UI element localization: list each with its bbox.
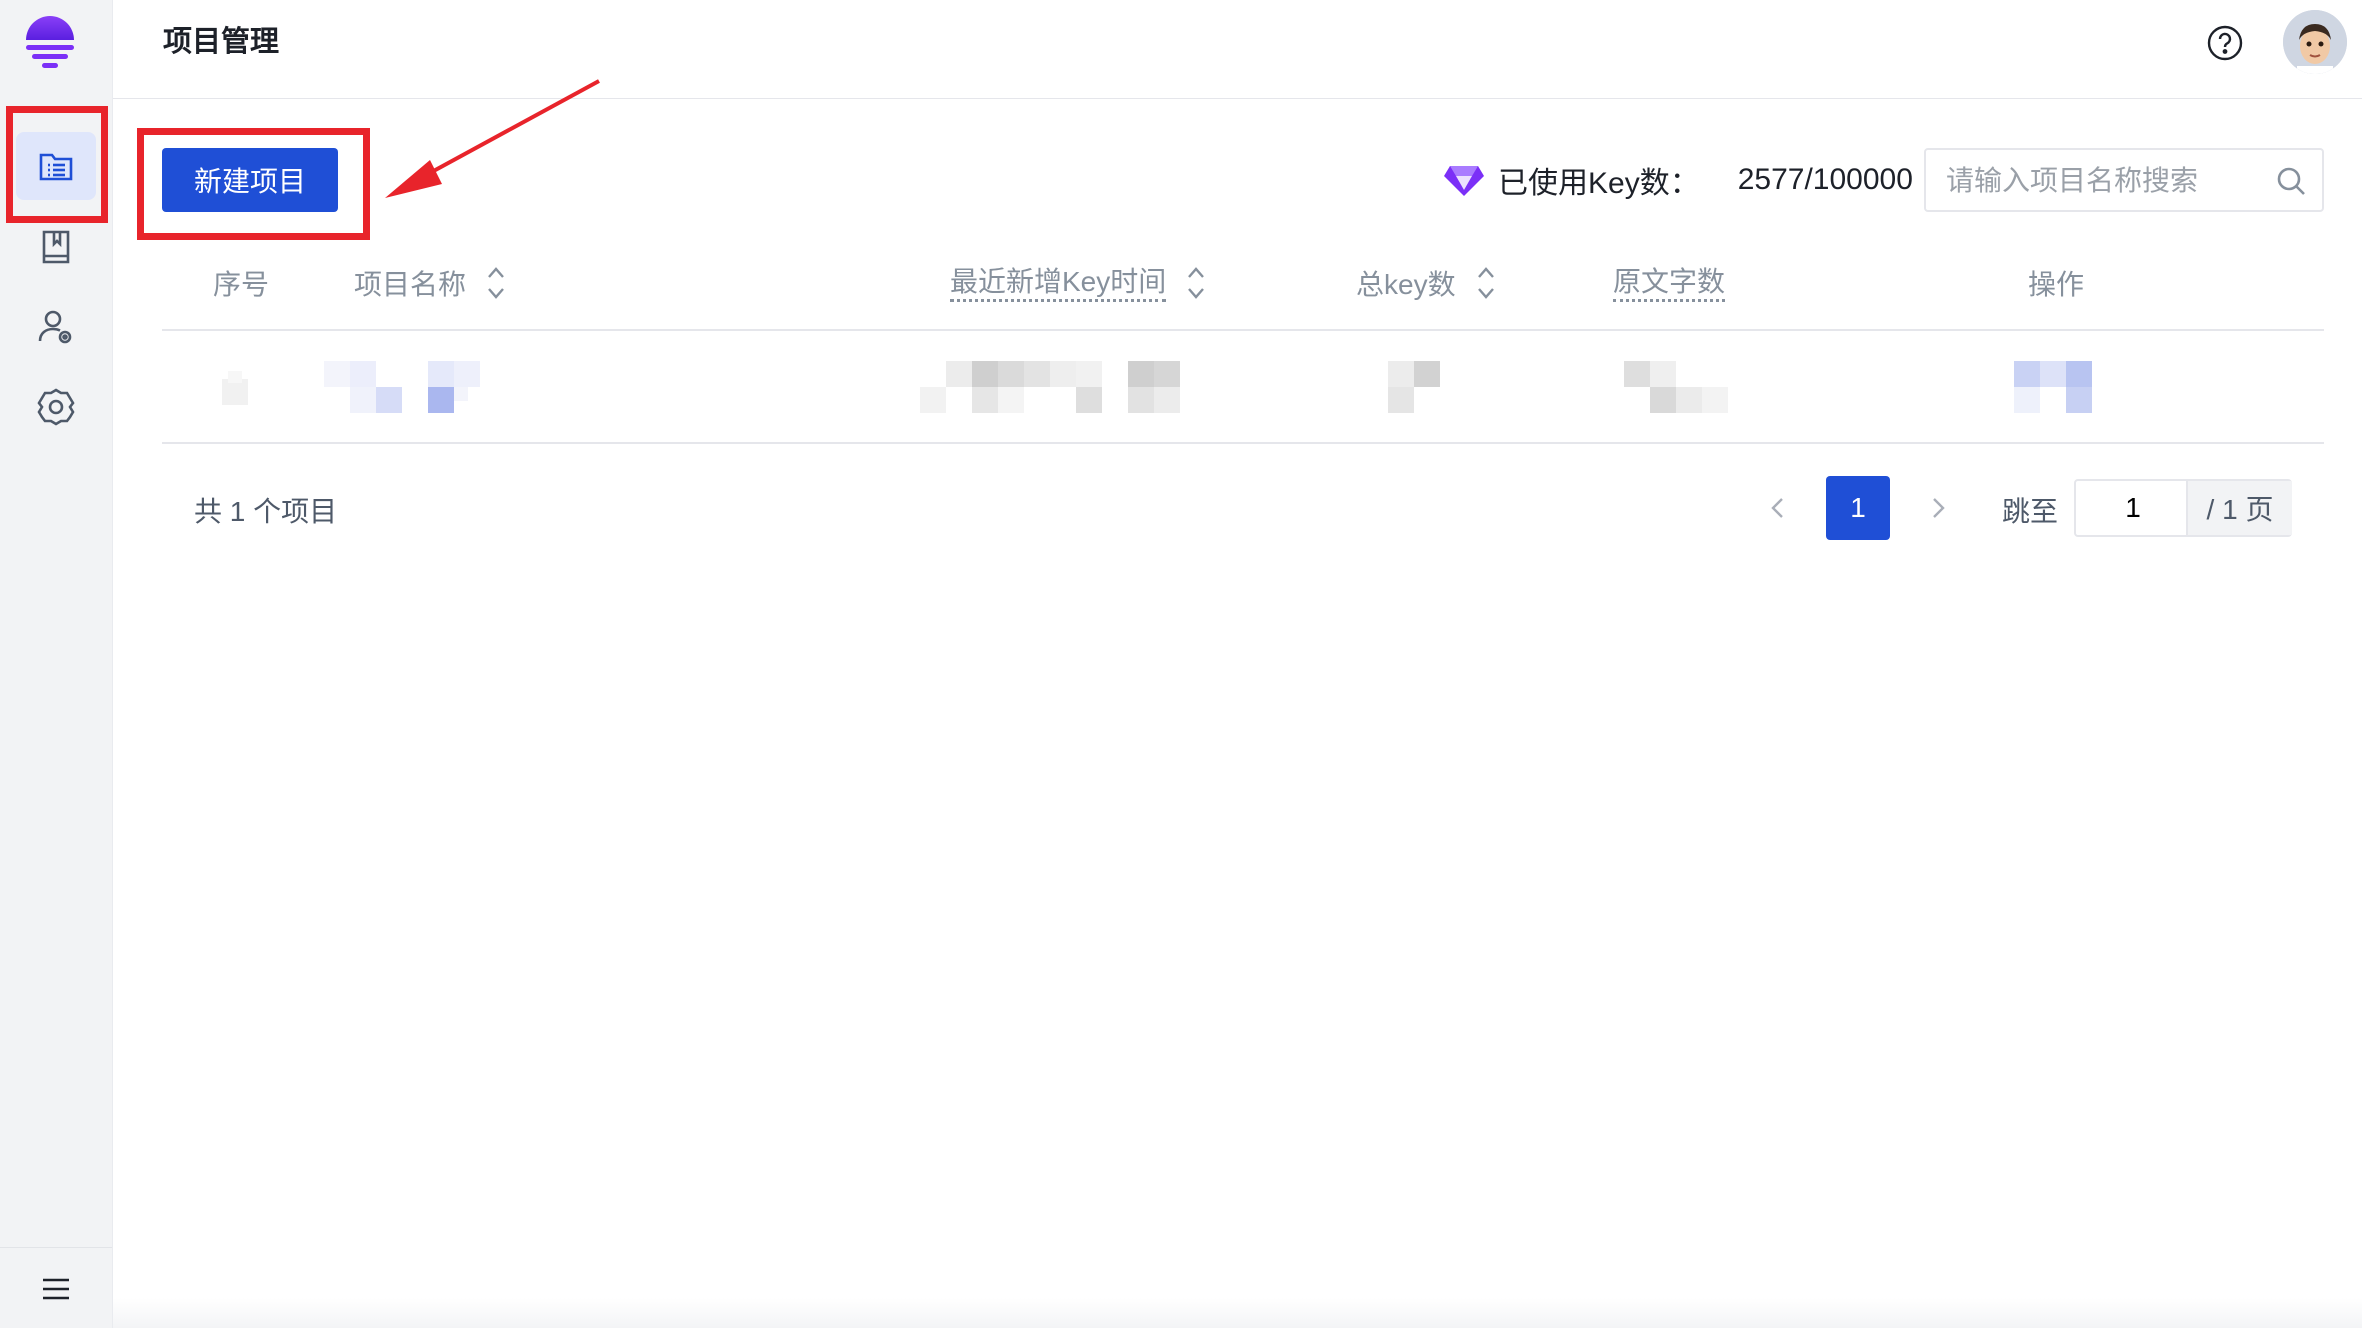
bottom-fade: [113, 1298, 2362, 1328]
column-header-actions: 操作: [2028, 255, 2084, 311]
column-header-source-chars: 原文字数: [1613, 255, 1726, 311]
annotation-arrow-icon: [385, 79, 600, 198]
total-pages-suffix: / 1 页: [2186, 481, 2292, 535]
sort-icon[interactable]: [1476, 263, 1496, 303]
page-title: 项目管理: [163, 26, 280, 58]
project-search-box: [1924, 148, 2324, 212]
sort-icon[interactable]: [1186, 263, 1206, 303]
chevron-left-icon[interactable]: [1764, 494, 1792, 522]
blurred-project-name-cell[interactable]: [324, 361, 484, 417]
avatar[interactable]: [2283, 10, 2347, 74]
file-list-icon: [39, 153, 73, 181]
column-header-total-keys[interactable]: 总key数: [1356, 255, 1496, 311]
user-settings-icon: [38, 310, 72, 344]
book-icon: [42, 230, 70, 264]
blurred-index-cell: [220, 361, 250, 417]
new-project-button[interactable]: 新建项目: [162, 148, 338, 212]
sidebar-item-members[interactable]: [16, 293, 96, 361]
search-icon[interactable]: [2276, 166, 2306, 196]
jump-to-label: 跳至: [2002, 496, 2059, 527]
jump-page-input[interactable]: [2076, 487, 2190, 529]
sidebar-item-settings[interactable]: [16, 373, 96, 441]
column-header-project-name[interactable]: 项目名称: [354, 255, 506, 311]
blurred-last-key-time-cell: [920, 361, 1380, 417]
column-header-last-key-time[interactable]: 最近新增Key时间: [950, 255, 1206, 311]
sort-icon[interactable]: [486, 263, 506, 303]
user-avatar-icon: [2283, 10, 2347, 74]
help-icon[interactable]: [2206, 24, 2244, 62]
key-usage-label: 已使用Key数：: [1498, 167, 1700, 200]
table-header: 序号 项目名称 最近新增Key时间 总key数 原文字数 操作: [162, 255, 2324, 331]
key-usage-value: 2577/100000: [1737, 163, 1913, 196]
table-row[interactable]: [162, 331, 2324, 444]
sidebar-item-docs[interactable]: [16, 213, 96, 281]
chevron-right-icon[interactable]: [1924, 494, 1952, 522]
column-label: 序号: [213, 269, 270, 300]
total-count: 共 1 个项目: [194, 496, 338, 527]
diamond-icon: [1444, 166, 1484, 196]
menu-icon[interactable]: [41, 1276, 71, 1302]
sidebar-collapse-area: [0, 1247, 112, 1329]
jump-to-page-field: / 1 页: [2074, 479, 2292, 537]
blurred-total-keys-cell: [1388, 361, 1448, 417]
gear-icon: [37, 388, 75, 426]
column-label: 原文字数: [1613, 265, 1726, 302]
column-label: 操作: [2028, 269, 2085, 300]
blurred-source-chars-cell: [1624, 361, 1734, 417]
page-number-button[interactable]: 1: [1826, 476, 1890, 540]
key-usage-info: 已使用Key数： 2577/100000: [1444, 158, 1913, 202]
app-logo-icon[interactable]: [22, 14, 78, 72]
blurred-action-cell[interactable]: [2014, 361, 2094, 417]
column-label: 项目名称: [354, 269, 467, 300]
sidebar-item-projects[interactable]: [16, 132, 96, 200]
column-header-index: 序号: [213, 255, 269, 311]
sidebar: [0, 0, 113, 1328]
column-label: 总key数: [1356, 269, 1456, 300]
column-label: 最近新增Key时间: [950, 265, 1167, 302]
search-input[interactable]: [1944, 160, 2268, 202]
